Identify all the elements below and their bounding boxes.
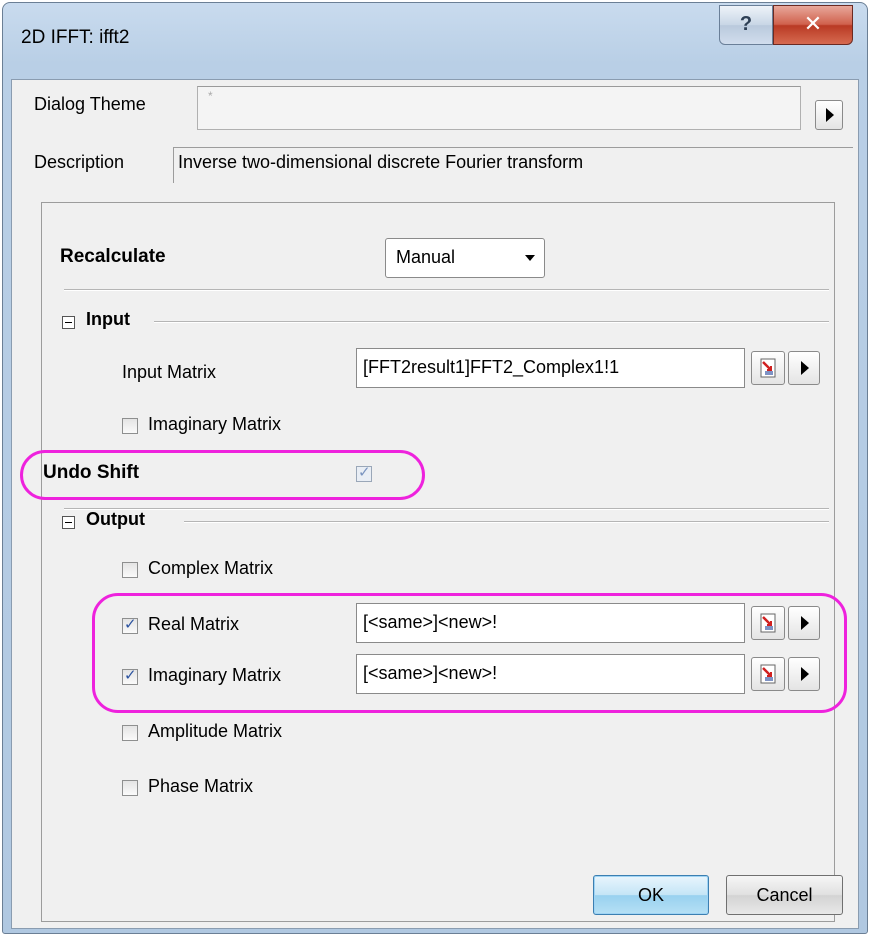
dialog-theme-field[interactable]: * — [197, 86, 801, 130]
description-field: Inverse two-dimensional discrete Fourier… — [173, 147, 853, 183]
phase-matrix-label: Phase Matrix — [148, 776, 254, 796]
input-section-divider — [154, 321, 829, 323]
real-matrix-value: [<same>]<new>! — [363, 612, 498, 632]
recalculate-select[interactable]: Manual — [385, 238, 545, 278]
output-section-label: Output — [86, 509, 145, 529]
imaginary-output-label: Imaginary Matrix — [148, 665, 282, 685]
input-matrix-picker-button[interactable] — [751, 351, 785, 385]
dialog-theme-label: Dialog Theme — [34, 94, 146, 114]
amplitude-matrix-checkbox[interactable] — [122, 725, 138, 741]
range-picker-icon — [760, 358, 776, 378]
close-button[interactable]: ✕ — [773, 5, 853, 45]
dialog-theme-value: * — [208, 89, 213, 103]
undo-shift-checkbox[interactable] — [356, 463, 372, 482]
collapse-toggle-icon[interactable] — [62, 516, 75, 529]
input-matrix-field[interactable]: [FFT2result1]FFT2_Complex1!1 — [356, 348, 745, 388]
input-section-label: Input — [86, 309, 130, 329]
dialog-window: 2D IFFT: ifft2 ? ✕ Dialog Theme * Descri… — [2, 2, 868, 934]
expand-arrow-icon — [826, 108, 834, 122]
expand-arrow-icon — [801, 667, 809, 681]
expand-arrow-icon — [801, 616, 809, 630]
imaginary-output-menu-button[interactable] — [788, 657, 820, 691]
output-section-divider — [184, 521, 829, 523]
complex-matrix-checkbox[interactable] — [122, 562, 138, 578]
collapse-toggle-icon[interactable] — [62, 316, 75, 329]
input-matrix-value: [FFT2result1]FFT2_Complex1!1 — [363, 357, 620, 377]
real-matrix-picker-button[interactable] — [751, 606, 785, 640]
description-text: Inverse two-dimensional discrete Fourier… — [178, 152, 584, 172]
complex-matrix-label: Complex Matrix — [148, 558, 274, 578]
dropdown-caret-icon — [525, 255, 535, 261]
recalculate-label: Recalculate — [60, 246, 166, 267]
amplitude-matrix-label: Amplitude Matrix — [148, 721, 283, 741]
imaginary-output-checkbox[interactable] — [122, 666, 138, 685]
real-matrix-field[interactable]: [<same>]<new>! — [356, 603, 745, 643]
imaginary-output-field[interactable]: [<same>]<new>! — [356, 654, 745, 694]
title-bar[interactable]: 2D IFFT: ifft2 ? ✕ — [3, 3, 867, 79]
help-icon: ? — [739, 13, 753, 35]
undo-shift-label: Undo Shift — [43, 462, 140, 483]
imaginary-input-checkbox[interactable] — [122, 418, 138, 434]
divider — [64, 508, 829, 510]
settings-panel: Recalculate Manual Input Input Matrix [F… — [20, 202, 847, 922]
recalculate-value: Manual — [396, 247, 456, 267]
range-picker-icon — [760, 613, 776, 633]
divider — [64, 289, 829, 291]
window-title: 2D IFFT: ifft2 — [21, 27, 130, 48]
range-picker-icon — [760, 664, 776, 684]
help-button[interactable]: ? — [719, 5, 773, 45]
input-matrix-menu-button[interactable] — [788, 351, 820, 385]
imaginary-output-picker-button[interactable] — [751, 657, 785, 691]
real-matrix-menu-button[interactable] — [788, 606, 820, 640]
expand-arrow-icon — [801, 361, 809, 375]
cancel-button[interactable]: Cancel — [726, 875, 843, 915]
description-label: Description — [34, 152, 125, 172]
real-matrix-checkbox[interactable] — [122, 615, 138, 634]
imaginary-output-value: [<same>]<new>! — [363, 663, 498, 683]
real-matrix-label: Real Matrix — [148, 614, 240, 634]
imaginary-input-label: Imaginary Matrix — [148, 414, 282, 434]
close-icon: ✕ — [803, 11, 823, 36]
input-matrix-label: Input Matrix — [122, 362, 217, 382]
dialog-content: Dialog Theme * Description Inverse two-d… — [11, 79, 859, 929]
theme-menu-button[interactable] — [815, 100, 843, 130]
ok-button[interactable]: OK — [593, 875, 709, 915]
phase-matrix-checkbox[interactable] — [122, 780, 138, 796]
